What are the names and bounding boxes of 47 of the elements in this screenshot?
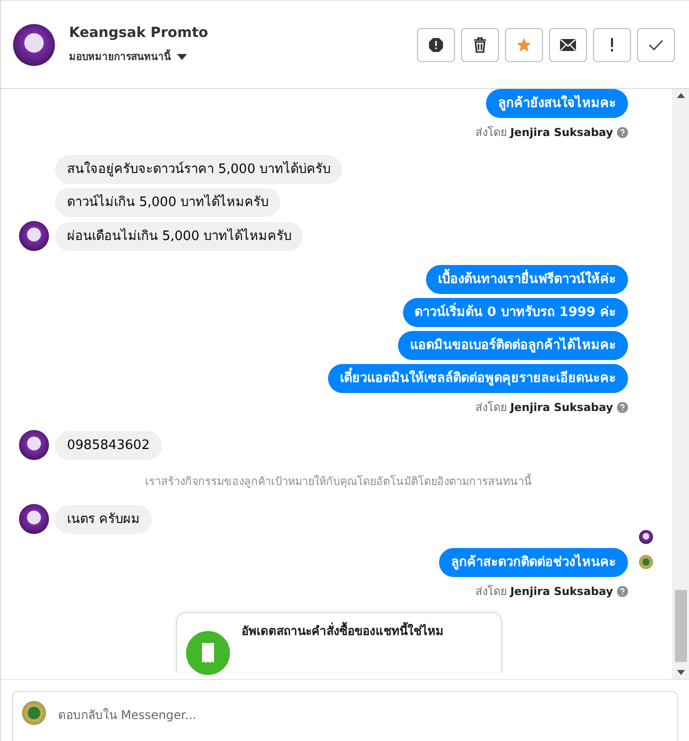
system-notice: เราสร้างกิจกรรมของลูกค้าเป้าหมายให้กับคุณโดยอัตโนมัติโดยอิงตามการสนทนานี้ bbox=[144, 472, 533, 490]
sent-by-label: ส่งโดย Jenjira Suksabay bbox=[476, 125, 613, 141]
scroll-down-icon bbox=[676, 670, 684, 675]
message-bubble: ลูกค้ายังสนใจไหมคะ bbox=[486, 89, 628, 118]
trash-icon bbox=[473, 36, 487, 52]
checkmark-icon bbox=[648, 38, 664, 50]
avatar bbox=[19, 221, 49, 251]
important-button[interactable] bbox=[593, 28, 631, 62]
caret-icon bbox=[177, 54, 187, 60]
message-bubble: ผ่อนเดือนไม่เกิน 5,000 บาทได้ไหมครับ bbox=[55, 222, 304, 251]
alert-octagon-icon bbox=[428, 36, 444, 52]
assign-dropdown[interactable]: มอบหมายการสนทนานี้ bbox=[69, 49, 187, 64]
message-bubble: เบื้องต้นทางเรายื่นฟรีดาวน์ให้ค่ะ bbox=[426, 265, 628, 294]
help-icon bbox=[617, 586, 628, 596]
message-bubble: เดี๋ยวแอดมินให้เซลล์ติดต่อพูดคุยรายละเอียดนะคะ bbox=[328, 364, 628, 393]
page-avatar bbox=[22, 701, 46, 725]
avatar bbox=[19, 430, 49, 460]
exclamation-icon bbox=[610, 38, 614, 52]
seen-avatar bbox=[639, 530, 653, 544]
reply-composer[interactable]: ตอบกลับใน Messenger... bbox=[12, 691, 678, 741]
contact-name: Keangsak Promto bbox=[69, 25, 210, 41]
sent-by-label: ส่งโดย Jenjira Suksabay bbox=[476, 400, 613, 416]
spam-button[interactable] bbox=[417, 28, 455, 62]
delete-button[interactable] bbox=[461, 28, 499, 62]
message-bubble: สนใจอยู่ครับจะดาวน์ราคา 5,000 บาทได้บ่ครับ bbox=[55, 155, 342, 184]
star-button[interactable] bbox=[505, 28, 543, 62]
scroll-up-icon bbox=[676, 93, 684, 98]
mail-button[interactable] bbox=[549, 28, 587, 62]
star-icon bbox=[516, 36, 532, 52]
avatar bbox=[19, 504, 49, 534]
receipt-icon bbox=[186, 631, 230, 675]
message-bubble: ลูกค้าสะดวกติดต่อช่วงไหนคะ bbox=[439, 548, 628, 577]
message-bubble: ดาวน์เริ่มต้น 0 บาทรับรถ 1999 ค่ะ bbox=[402, 298, 628, 327]
sent-by-label: ส่งโดย Jenjira Suksabay bbox=[476, 584, 613, 600]
message-bubble: เนตร ครับผม bbox=[55, 505, 152, 534]
done-button[interactable] bbox=[637, 28, 675, 62]
reply-field[interactable]: ตอบกลับใน Messenger... bbox=[56, 707, 668, 723]
card-title: อัพเดตสถานะคำสั่งซื้อของแชทนี้ใช่ไหม bbox=[242, 621, 444, 664]
page-avatar bbox=[639, 555, 653, 569]
envelope-icon bbox=[559, 38, 577, 52]
help-icon bbox=[617, 126, 628, 138]
message-bubble: ดาวน์ไม่เกิน 5,000 บาทได้ไหมครับ bbox=[55, 188, 280, 217]
message-bubble: แอดมินขอเบอร์ติดต่อลูกค้าได้ไหมคะ bbox=[398, 331, 628, 360]
help-icon bbox=[617, 402, 628, 412]
scrollbar-thumb[interactable] bbox=[674, 590, 686, 662]
contact-avatar bbox=[13, 24, 55, 66]
message-bubble: 0985843602 bbox=[55, 431, 162, 460]
